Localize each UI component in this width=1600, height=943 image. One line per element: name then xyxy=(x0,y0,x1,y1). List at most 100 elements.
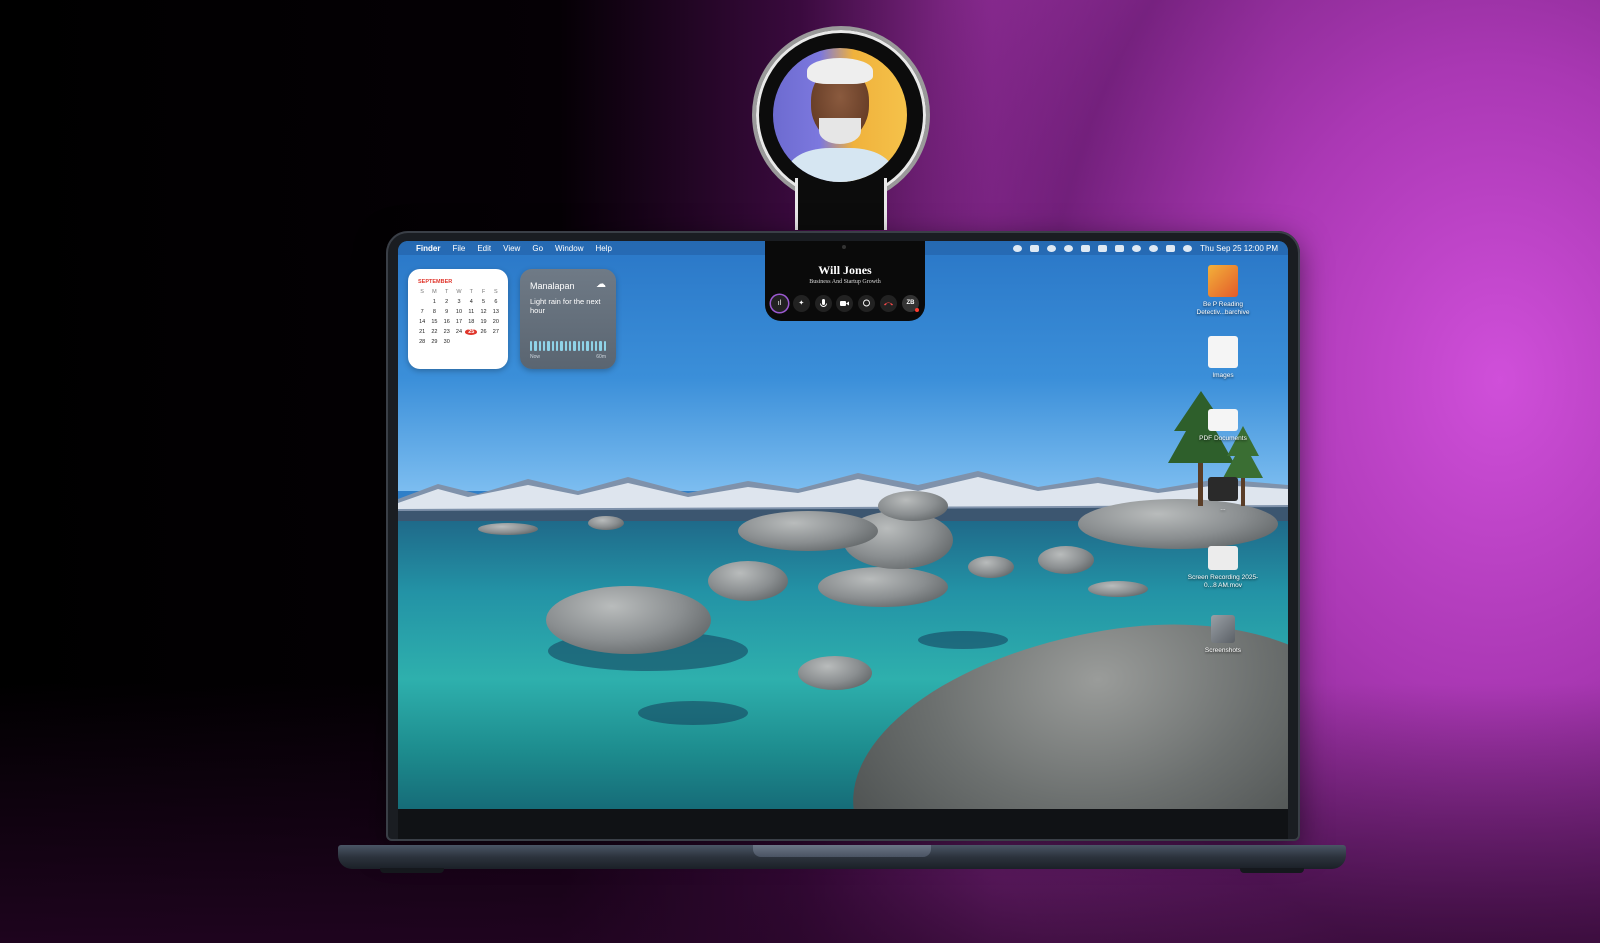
calendar-day[interactable]: 1 xyxy=(428,299,440,305)
calendar-day[interactable] xyxy=(453,339,465,345)
calendar-day[interactable]: 17 xyxy=(453,319,465,325)
calendar-day[interactable]: 5 xyxy=(477,299,489,305)
desktop-item-pdf-documents[interactable]: PDF Documents xyxy=(1183,409,1263,443)
screenshot-folder-icon xyxy=(1211,615,1235,643)
video-file-icon xyxy=(1208,546,1238,570)
desktop-item-screenshots[interactable]: Screenshots xyxy=(1183,615,1263,655)
end-call-icon[interactable] xyxy=(880,295,898,312)
keyboard-input-icon[interactable] xyxy=(1081,244,1091,252)
weather-city: Manalapan xyxy=(530,281,575,291)
calendar-day[interactable]: 10 xyxy=(453,309,465,315)
calendar-day[interactable]: 6 xyxy=(490,299,502,305)
calendar-day[interactable]: 14 xyxy=(416,319,428,325)
calendar-day[interactable]: 11 xyxy=(465,309,477,315)
caller-video[interactable] xyxy=(773,48,907,182)
siri-icon[interactable] xyxy=(1183,244,1193,252)
precipitation-bar xyxy=(555,341,559,351)
precipitation-bar xyxy=(603,341,606,351)
effects-icon[interactable]: ✦ xyxy=(792,295,810,312)
calendar-day[interactable]: 8 xyxy=(428,309,440,315)
calendar-day[interactable]: 21 xyxy=(416,329,428,335)
precipitation-bar xyxy=(573,341,576,351)
desktop-item-folder[interactable]: ... xyxy=(1183,477,1263,513)
laptop-chin xyxy=(398,809,1288,839)
cloud-rain-icon: ☁ xyxy=(596,279,606,290)
precipitation-bar xyxy=(551,341,554,351)
calendar-widget[interactable]: SEPTEMBER S M T W T F S 1 2 3 4 5 6 7 8 9 10 11 12 13 14 15 16… xyxy=(408,269,508,369)
call-panel[interactable]: Will Jones Business And Startup Growth ı… xyxy=(765,241,925,321)
desktop-item-label: Images xyxy=(1212,372,1234,379)
weather-widget[interactable]: Manalapan ☁ Light rain for the next hour… xyxy=(520,269,616,369)
spotlight-search-icon[interactable] xyxy=(1149,244,1159,252)
calendar-day[interactable]: 20 xyxy=(490,319,502,325)
microphone-icon[interactable] xyxy=(814,295,832,312)
call-controls: ıl ✦ ZB xyxy=(771,295,919,312)
battery-icon[interactable] xyxy=(1115,244,1125,252)
calendar-day[interactable]: 19 xyxy=(477,319,489,325)
calendar-day[interactable]: 24 xyxy=(453,329,465,335)
calendar-day[interactable]: 16 xyxy=(441,319,453,325)
menu-extra-icon[interactable] xyxy=(1030,244,1040,252)
underwater-rock xyxy=(638,701,748,725)
app-icon[interactable]: ıl xyxy=(771,295,788,312)
menu-file[interactable]: File xyxy=(452,244,465,253)
desktop-screen[interactable]: Finder File Edit View Go Window Help Thu… xyxy=(398,241,1288,809)
calendar-weekday: S xyxy=(494,289,498,295)
video-camera-icon[interactable] xyxy=(836,295,854,312)
calendar-day[interactable]: 22 xyxy=(428,329,440,335)
calendar-day[interactable]: 23 xyxy=(441,329,453,335)
calendar-day[interactable] xyxy=(465,339,477,345)
boulder xyxy=(798,656,872,690)
desktop-item-archive[interactable]: Be P Reading Detectiv...barchive xyxy=(1183,265,1263,317)
extension-icon[interactable] xyxy=(1013,244,1023,252)
laptop-base-notch xyxy=(753,845,931,857)
calendar-day[interactable]: 9 xyxy=(441,309,453,315)
chat-bubble-icon[interactable] xyxy=(858,295,876,312)
weather-description: Light rain for the next hour xyxy=(530,297,601,315)
calendar-weekday: F xyxy=(481,289,486,295)
calendar-day[interactable]: 28 xyxy=(416,339,428,345)
calendar-weekday: T xyxy=(445,289,449,295)
calendar-day[interactable]: 29 xyxy=(428,339,440,345)
menu-edit[interactable]: Edit xyxy=(477,244,491,253)
calendar-day[interactable]: 27 xyxy=(490,329,502,335)
menu-help[interactable]: Help xyxy=(595,244,611,253)
wifi-icon[interactable] xyxy=(1132,244,1142,252)
control-center-icon[interactable] xyxy=(1166,244,1176,252)
calendar-day[interactable] xyxy=(477,339,489,345)
calendar-day[interactable]: 30 xyxy=(441,339,453,345)
calendar-day[interactable]: 7 xyxy=(416,309,428,315)
desktop-item-label: Screen Recording 2025-0...8 AM.mov xyxy=(1187,574,1259,589)
archive-file-icon xyxy=(1208,265,1238,297)
desktop-item-screen-recording[interactable]: Screen Recording 2025-0...8 AM.mov xyxy=(1183,546,1263,590)
caller-shirt xyxy=(787,148,893,182)
calendar-day[interactable]: 3 xyxy=(453,299,465,305)
boulder xyxy=(1038,546,1094,574)
volume-icon[interactable] xyxy=(1098,244,1108,252)
menu-window[interactable]: Window xyxy=(555,244,583,253)
weather-axis-end: 60m xyxy=(596,354,606,360)
menu-clock[interactable]: Thu Sep 25 12:00 PM xyxy=(1200,244,1278,253)
calendar-day[interactable]: 15 xyxy=(428,319,440,325)
menu-view[interactable]: View xyxy=(503,244,520,253)
precipitation-bars xyxy=(530,341,606,351)
calendar-day[interactable]: 26 xyxy=(477,329,489,335)
calendar-day[interactable] xyxy=(416,299,428,305)
desktop-item-images[interactable]: Images xyxy=(1183,336,1263,380)
calendar-day[interactable]: 2 xyxy=(441,299,453,305)
user-avatar[interactable]: ZB xyxy=(901,295,919,312)
calendar-today[interactable]: 25 xyxy=(465,329,478,335)
calendar-day[interactable]: 4 xyxy=(465,299,477,305)
calendar-day[interactable] xyxy=(490,339,502,345)
calendar-day[interactable]: 13 xyxy=(490,309,502,315)
calendar-day[interactable]: 12 xyxy=(477,309,489,315)
menu-go[interactable]: Go xyxy=(532,244,543,253)
precipitation-bar xyxy=(599,341,602,351)
calendar-day[interactable]: 18 xyxy=(465,319,477,325)
calendar-weekday: T xyxy=(469,289,473,295)
precipitation-bar xyxy=(564,341,567,351)
globe-icon[interactable] xyxy=(1047,244,1057,252)
precipitation-bar xyxy=(542,341,546,351)
play-icon[interactable] xyxy=(1064,244,1074,252)
menu-finder[interactable]: Finder xyxy=(416,244,440,253)
